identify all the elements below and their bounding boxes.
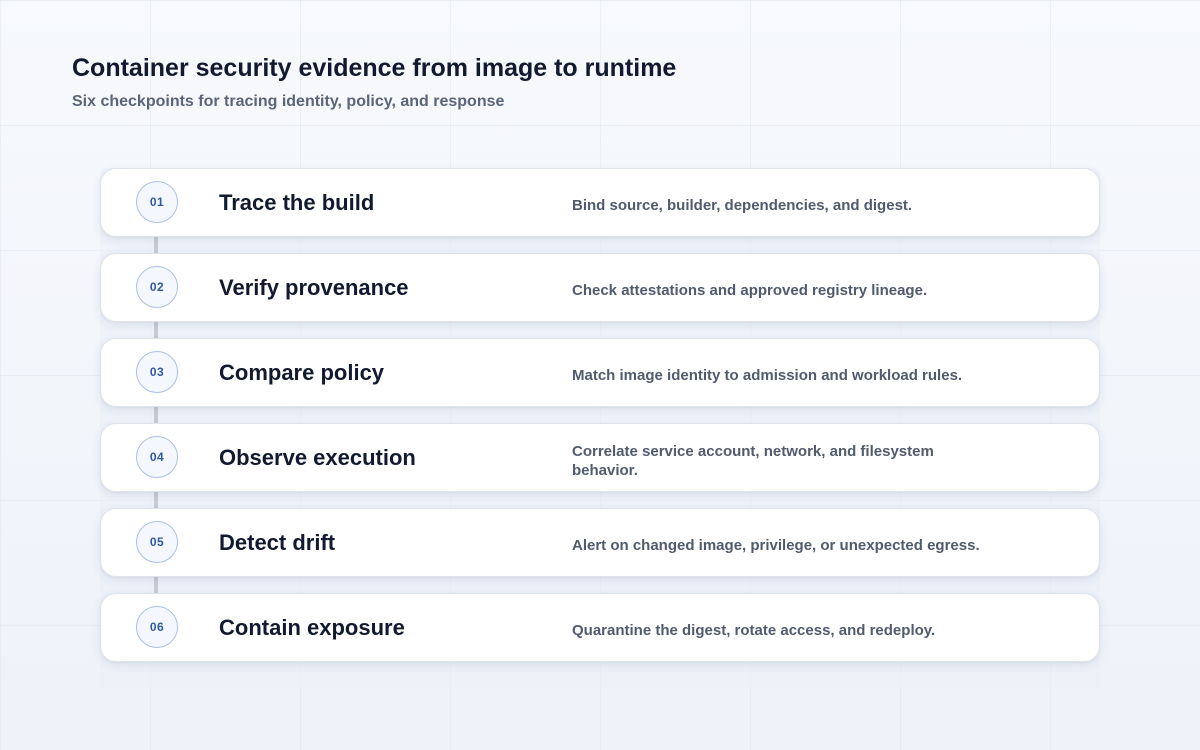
step-description: Match image identity to admission and wo… bbox=[572, 367, 963, 384]
page-subtitle: Six checkpoints for tracing identity, po… bbox=[72, 93, 505, 110]
step-number-badge: 01 bbox=[136, 181, 178, 223]
step-description: Correlate service account, network, and … bbox=[572, 442, 934, 479]
step-card-observe-execution: 04 Observe execution Correlate service a… bbox=[100, 423, 1100, 492]
step-title: Verify provenance bbox=[219, 275, 409, 300]
step-description: Alert on changed image, privilege, or un… bbox=[572, 537, 980, 554]
step-card-verify-provenance: 02 Verify provenance Check attestations … bbox=[100, 253, 1100, 322]
header: Container security evidence from image t… bbox=[72, 52, 676, 113]
step-description: Quarantine the digest, rotate access, an… bbox=[572, 622, 936, 639]
step-title: Trace the build bbox=[219, 190, 375, 215]
step-card-trace-build: 01 Trace the build Bind source, builder,… bbox=[100, 168, 1100, 237]
step-card-contain-exposure: 06 Contain exposure Quarantine the diges… bbox=[100, 593, 1100, 662]
step-title: Detect drift bbox=[219, 530, 336, 555]
step-card-detect-drift: 05 Detect drift Alert on changed image, … bbox=[100, 508, 1100, 577]
step-number-badge: 05 bbox=[136, 521, 178, 563]
step-title: Observe execution bbox=[219, 445, 416, 470]
step-number-badge: 04 bbox=[136, 436, 178, 478]
step-title: Contain exposure bbox=[219, 615, 405, 640]
step-number-badge: 06 bbox=[136, 606, 178, 648]
page-title: Container security evidence from image t… bbox=[72, 54, 677, 82]
step-title: Compare policy bbox=[219, 360, 385, 385]
step-description: Check attestations and approved registry… bbox=[572, 282, 928, 299]
step-description: Bind source, builder, dependencies, and … bbox=[572, 197, 913, 214]
step-number-badge: 02 bbox=[136, 266, 178, 308]
step-card-compare-policy: 03 Compare policy Match image identity t… bbox=[100, 338, 1100, 407]
step-number-badge: 03 bbox=[136, 351, 178, 393]
